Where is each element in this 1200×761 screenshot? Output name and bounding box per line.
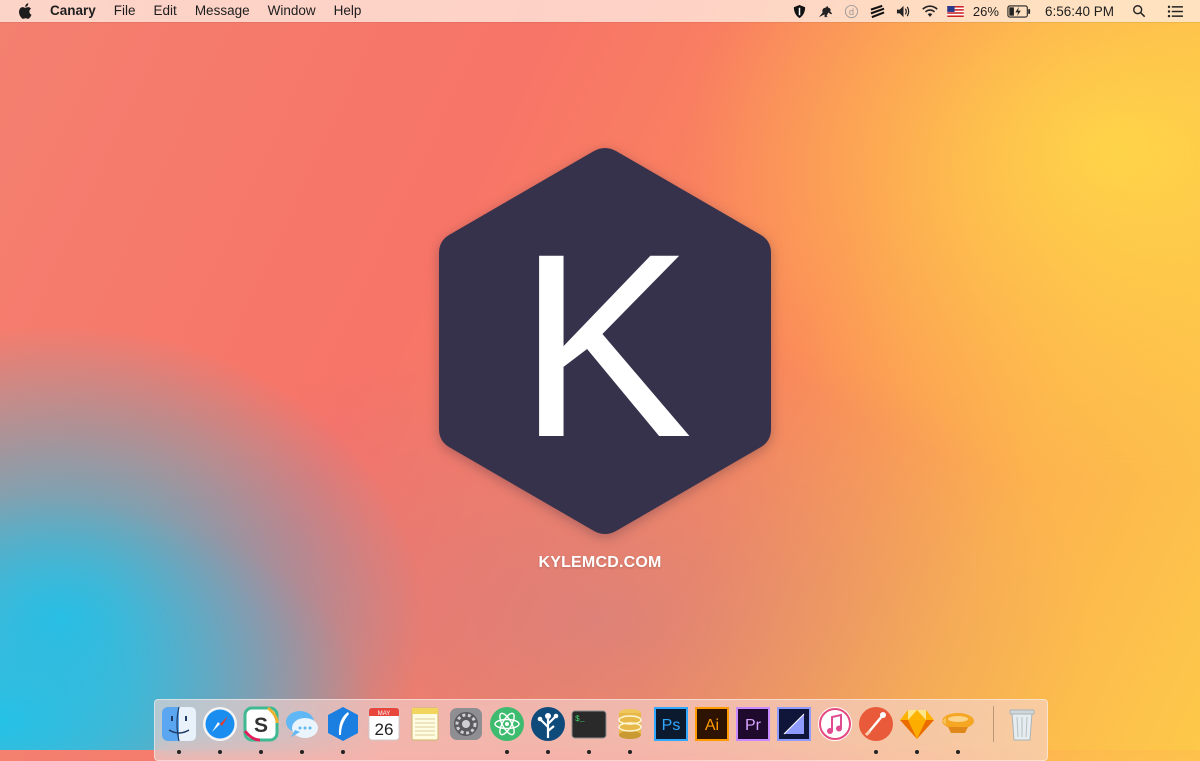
spotlight-search-icon[interactable] (1130, 3, 1148, 19)
menu-help[interactable]: Help (325, 0, 371, 22)
svg-text:26: 26 (375, 720, 394, 739)
dock-app-sketch[interactable] (898, 705, 936, 754)
running-indicator (628, 750, 632, 754)
apple-menu-icon[interactable] (18, 3, 32, 19)
running-indicator (505, 750, 509, 754)
running-indicator (587, 750, 591, 754)
dock-app-sourcetree[interactable] (529, 705, 567, 754)
atom-icon (490, 707, 524, 741)
menu-bar: Canary File Edit Message Window Help d 2… (0, 0, 1200, 22)
dock-app-paw[interactable] (857, 705, 895, 754)
wifi-icon[interactable] (921, 3, 939, 19)
logo-letter: K (518, 199, 693, 492)
dock-app-messages[interactable] (283, 705, 321, 754)
menu-window[interactable]: Window (259, 0, 325, 22)
safari-icon (203, 707, 237, 741)
premiere-icon: Pr (736, 707, 770, 741)
dock-app-trash[interactable] (1003, 705, 1041, 743)
menu-file[interactable]: File (105, 0, 145, 22)
dock-app-sequel-pro[interactable] (611, 705, 649, 754)
shield-icon[interactable] (791, 3, 809, 19)
battery-charging-icon[interactable] (1007, 3, 1031, 19)
app-menu-canary[interactable]: Canary (50, 0, 105, 22)
svg-text:Pr: Pr (745, 717, 762, 734)
running-indicator (874, 750, 878, 754)
messages-icon (286, 711, 318, 738)
menu-bar-clock[interactable]: 6:56:40 PM (1045, 4, 1114, 19)
quill-icon (328, 707, 358, 741)
sourcetree-icon (531, 707, 565, 741)
menu-message[interactable]: Message (186, 0, 259, 22)
dock-app-photoshop[interactable]: Ps (652, 705, 690, 743)
dock-app-system-preferences[interactable] (447, 705, 485, 743)
dock-app-calendar[interactable]: MAY 26 (365, 705, 403, 743)
sketch-icon (900, 710, 934, 739)
illustrator-icon: Ai (695, 707, 729, 741)
svg-text:d: d (849, 6, 854, 16)
dock-separator (993, 706, 994, 742)
running-indicator (341, 750, 345, 754)
svg-text:S: S (254, 714, 268, 737)
itunes-icon (818, 707, 852, 741)
kylemcd-logo: K (435, 145, 775, 537)
svg-text:Ps: Ps (662, 717, 681, 734)
dock-app-atom[interactable] (488, 705, 526, 754)
paw-icon (859, 707, 893, 741)
site-url-text: KYLEMCD.COM (538, 554, 662, 571)
dock-app-safari[interactable] (201, 705, 239, 754)
dock-app-terminal[interactable]: $_ (570, 705, 608, 754)
d-circle-icon[interactable]: d (843, 3, 861, 19)
kangaroo-icon[interactable] (817, 3, 835, 19)
trash-icon (1009, 709, 1035, 741)
system-preferences-icon (450, 708, 482, 740)
dock-app-notes[interactable] (406, 705, 444, 743)
running-indicator (218, 750, 222, 754)
slack-icon: S (243, 706, 279, 742)
airship-icon (942, 713, 974, 733)
dock-app-illustrator[interactable]: Ai (693, 705, 731, 743)
volume-icon[interactable] (895, 3, 913, 19)
media-encoder-icon (777, 707, 811, 741)
photoshop-icon: Ps (654, 707, 688, 741)
running-indicator (259, 750, 263, 754)
running-indicator (177, 750, 181, 754)
dock: S MAY 26 $_ Ps Ai Pr (154, 699, 1048, 761)
dock-app-finder[interactable] (160, 705, 198, 754)
notes-icon (411, 707, 439, 741)
calendar-icon: MAY 26 (368, 707, 400, 741)
battery-percent[interactable]: 26% (973, 4, 999, 19)
svg-text:Ai: Ai (705, 717, 719, 734)
menu-edit[interactable]: Edit (145, 0, 186, 22)
running-indicator (300, 750, 304, 754)
dock-app-media-encoder[interactable] (775, 705, 813, 743)
notification-center-icon[interactable] (1166, 3, 1184, 19)
database-icon (618, 709, 642, 739)
svg-text:MAY: MAY (378, 711, 391, 717)
running-indicator (956, 750, 960, 754)
terminal-icon: $_ (571, 710, 607, 739)
dock-app-premiere[interactable]: Pr (734, 705, 772, 743)
svg-text:$_: $_ (575, 715, 585, 724)
us-flag-icon[interactable] (947, 3, 965, 19)
running-indicator (546, 750, 550, 754)
dock-app-quill[interactable] (324, 705, 362, 754)
dock-app-itunes[interactable] (816, 705, 854, 743)
running-indicator (915, 750, 919, 754)
finder-icon (162, 706, 196, 742)
stripes-icon[interactable] (869, 3, 887, 19)
dock-app-slack[interactable]: S (242, 705, 280, 754)
dock-app-airship[interactable] (939, 705, 977, 754)
